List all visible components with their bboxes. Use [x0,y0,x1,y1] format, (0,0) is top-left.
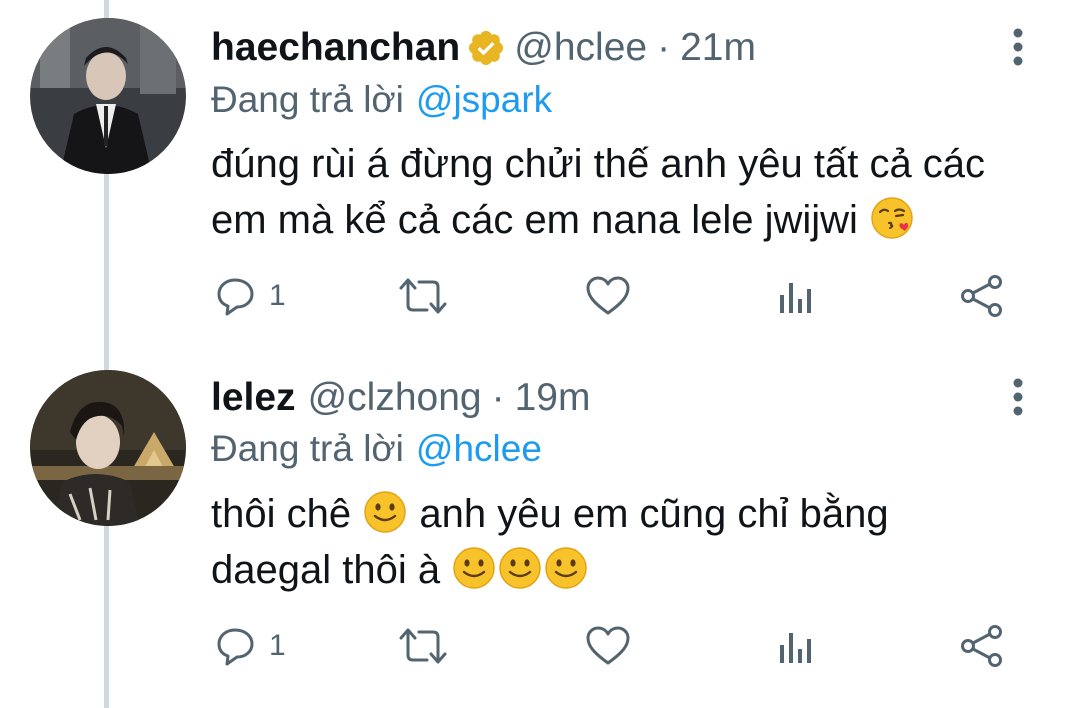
bar-chart-icon [780,283,811,313]
tweet-header: lelez @clzhong · 19m [211,368,590,428]
retweet-button[interactable] [397,616,449,676]
timestamp[interactable]: 19m [515,376,591,420]
retweet-arrows-icon [399,628,447,664]
reply-button[interactable]: 1 [215,616,286,676]
slightly-smiling-face-emoji [545,547,587,589]
vertical-dots-icon [1013,28,1023,66]
reply-count: 1 [269,279,286,312]
tweet-text: đúng rùi á đừng chửi thế anh yêu tất cả … [211,136,1041,248]
tweet-reply[interactable]: haechanchan @hclee · 21m Đang trả lời @j… [0,0,1080,354]
replying-to: Đang trả lời @hclee [211,424,542,474]
heart-icon [586,276,630,315]
tweet-text-line: em mà kể cả các em nana lele jwijwi [211,198,858,242]
separator-dot: · [657,26,671,69]
vertical-dots-icon [1013,378,1023,416]
tweet-action-bar: 1 [211,266,1011,326]
retweet-button[interactable] [397,266,449,326]
heart-icon [586,626,630,665]
speech-bubble-icon [217,278,254,316]
tweet-header: haechanchan @hclee · 21m [211,18,756,78]
tweet-text: thôi chê anh yêu em cũng chỉ bằng daegal… [211,486,1041,598]
replying-to-label: Đang trả lời [211,428,404,469]
tweet-text-line-with-emoji: thôi chê anh yêu em cũng chỉ bằng [211,486,1041,542]
reply-count: 1 [269,629,286,662]
more-options-button[interactable] [1000,372,1036,422]
display-name[interactable]: lelez [211,376,296,420]
user-handle[interactable]: @hclee [514,26,647,70]
reply-mention-link[interactable]: @jspark [416,79,552,121]
tweet-text-line-with-emoji: daegal thôi à [211,542,1041,598]
like-button[interactable] [584,616,632,676]
analytics-button[interactable] [777,616,815,676]
share-icon [961,275,1002,317]
share-icon [961,625,1002,667]
slightly-smiling-face-emoji [453,547,495,589]
slightly-smiling-face-emoji [364,491,406,533]
reply-mention-link[interactable]: @hclee [416,428,542,470]
user-handle[interactable]: @clzhong [308,376,482,420]
tweet-text-segment: thôi chê [211,492,352,536]
avatar[interactable] [30,18,186,174]
separator-dot: · [491,376,505,419]
replying-to: Đang trả lời @jspark [211,75,552,125]
tweet-text-line: đúng rùi á đừng chửi thế anh yêu tất cả … [211,142,986,186]
tweet-text-line-with-emoji: em mà kể cả các em nana lele jwijwi [211,192,1041,248]
reply-button[interactable]: 1 [215,266,286,326]
retweet-arrows-icon [399,278,447,314]
slightly-smiling-face-emoji [499,547,541,589]
tweet-action-bar: 1 [211,616,1011,676]
bar-chart-icon [780,633,811,663]
replying-to-label: Đang trả lời [211,79,404,120]
avatar[interactable] [30,370,186,526]
face-blowing-kiss-emoji [871,197,913,239]
display-name[interactable]: haechanchan [211,26,460,70]
timestamp[interactable]: 21m [680,26,756,70]
like-button[interactable] [584,266,632,326]
share-button[interactable] [959,266,1005,326]
tweet-reply[interactable]: lelez @clzhong · 19m Đang trả lời @hclee… [0,354,1080,708]
tweet-text-segment: daegal thôi à [211,548,441,592]
analytics-button[interactable] [777,266,815,326]
verified-badge-icon [466,28,506,68]
speech-bubble-icon [217,628,254,666]
more-options-button[interactable] [1000,22,1036,72]
share-button[interactable] [959,616,1005,676]
tweet-text-segment: anh yêu em cũng chỉ bằng [419,492,889,536]
